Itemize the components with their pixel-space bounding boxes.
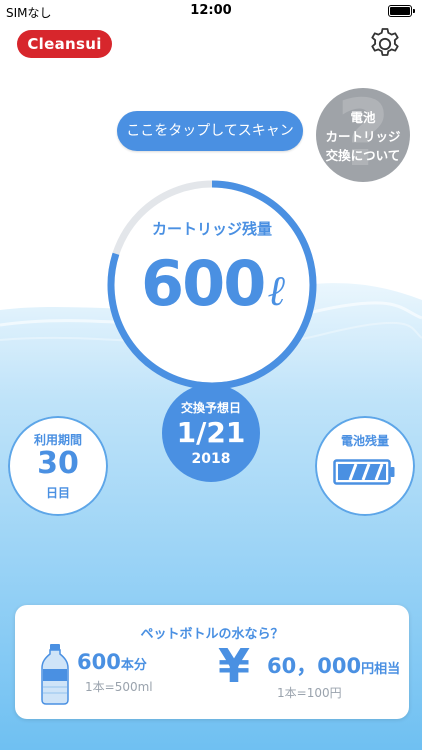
gauge-label: カートリッジ残量: [151, 220, 272, 238]
battery-icon: [333, 459, 395, 485]
replacement-date-value: 1/21: [176, 416, 246, 449]
bottle-card-title: ペットボトルの水なら？: [140, 627, 284, 642]
info-line-3: 交換について: [325, 148, 401, 163]
price-value: 60，000: [267, 654, 362, 678]
bottle-size-note: 1本=500ml: [85, 680, 153, 694]
status-time: 12:00: [190, 3, 232, 18]
yen-icon: ¥: [218, 639, 251, 693]
bottle-equivalent-card: ペットボトルの水なら？ 600本分 1本=500ml ¥ 60，000円相当 1…: [15, 605, 409, 719]
battery-level-label: 電池残量: [340, 434, 389, 448]
usage-period-circle: 利用期間 30 日目: [8, 416, 108, 516]
price-per-bottle-note: 1本=100円: [277, 686, 342, 700]
gauge-value: 600ℓ: [104, 247, 320, 320]
gauge-number: 600: [141, 247, 266, 320]
brand-logo: Cleansui: [17, 30, 112, 58]
usage-period-value: 30: [37, 446, 79, 481]
info-line-2: カートリッジ: [325, 129, 401, 144]
battery-level-circle: 電池残量: [315, 416, 415, 516]
water-bottle-icon: [41, 644, 69, 705]
status-bar: SIMなし 12:00: [0, 0, 422, 22]
battery-status-icon: [388, 5, 415, 17]
replacement-date-circle: 交換予想日 1/21 2018: [162, 384, 260, 482]
gear-icon[interactable]: [367, 26, 403, 62]
price-suffix: 円相当: [361, 662, 401, 677]
cartridge-info-button[interactable]: ? 電池 カートリッジ 交換について: [316, 88, 410, 182]
bottle-count-block: 600本分 1本=500ml: [77, 650, 207, 695]
cartridge-gauge: カートリッジ残量 600ℓ: [104, 177, 320, 393]
info-line-1: 電池: [350, 110, 376, 125]
bottle-count-value: 600: [77, 650, 121, 674]
scan-button[interactable]: ここをタップしてスキャン: [117, 111, 303, 151]
price-equivalent-block: 60，000円相当 1本=100円: [267, 650, 407, 701]
usage-period-unit: 日目: [45, 486, 70, 500]
replacement-date-label: 交換予想日: [180, 401, 241, 415]
gauge-unit: ℓ: [267, 266, 284, 315]
replacement-date-year: 2018: [191, 451, 231, 467]
bottle-count-suffix: 本分: [120, 658, 147, 673]
